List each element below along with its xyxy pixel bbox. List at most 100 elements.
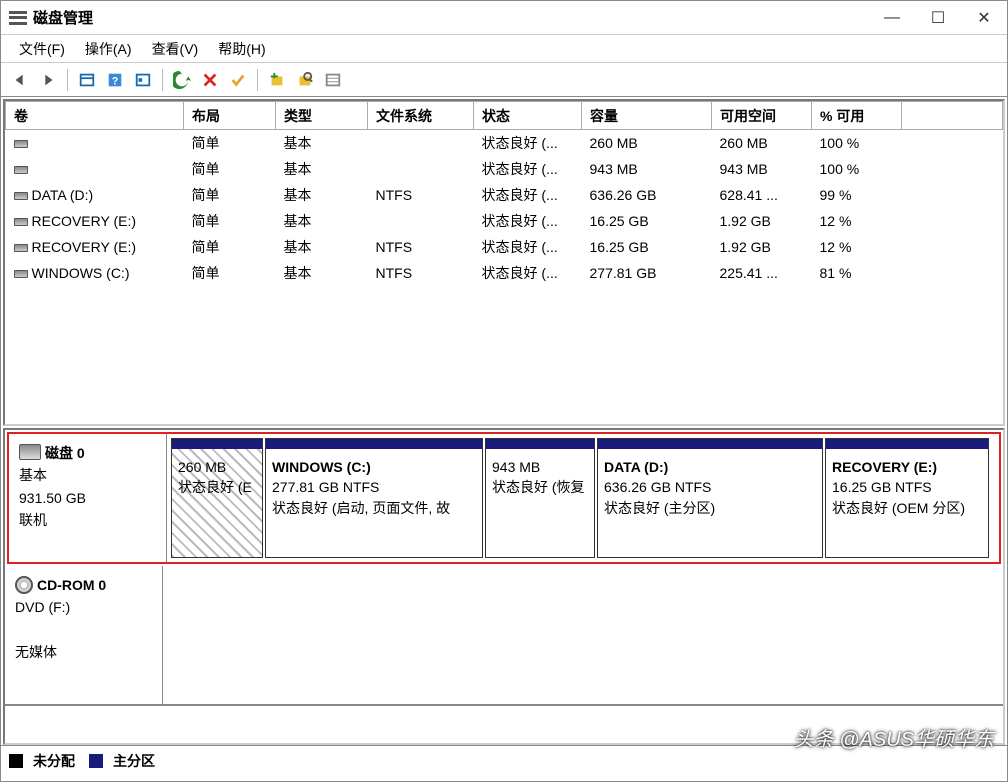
cell-pct: 12 % — [812, 234, 902, 260]
menu-bar: 文件(F) 操作(A) 查看(V) 帮助(H) — [1, 35, 1007, 63]
partition-header — [486, 439, 594, 449]
col-capacity[interactable]: 容量 — [582, 102, 712, 130]
table-row[interactable]: 简单基本状态良好 (...260 MB260 MB100 % — [6, 130, 1003, 157]
new-volume-button[interactable] — [264, 67, 290, 93]
cell-fs — [368, 208, 474, 234]
view-list-button[interactable] — [74, 67, 100, 93]
forward-button[interactable] — [35, 67, 61, 93]
partition[interactable]: RECOVERY (E:)16.25 GB NTFS状态良好 (OEM 分区) — [825, 438, 989, 558]
volume-icon — [14, 166, 28, 174]
partition-name: WINDOWS (C:) — [272, 457, 476, 477]
disk-icon — [19, 444, 41, 460]
cell-type: 基本 — [276, 130, 368, 157]
cell-status: 状态良好 (... — [474, 182, 582, 208]
cell-layout: 简单 — [184, 182, 276, 208]
cell-layout: 简单 — [184, 260, 276, 286]
legend: 未分配 主分区 — [1, 745, 1007, 775]
partition-status: 状态良好 (主分区) — [604, 498, 816, 518]
cdrom-partitions — [163, 566, 1003, 704]
cell-pct: 100 % — [812, 130, 902, 157]
partition-size: 636.26 GB NTFS — [604, 477, 816, 497]
table-row[interactable]: WINDOWS (C:)简单基本NTFS状态良好 (...277.81 GB22… — [6, 260, 1003, 286]
minimize-button[interactable]: — — [869, 1, 915, 34]
disk-0-info: 磁盘 0 基本 931.50 GB 联机 — [9, 434, 167, 562]
cell-pct: 81 % — [812, 260, 902, 286]
menu-operation[interactable]: 操作(A) — [75, 35, 142, 63]
cell-layout: 简单 — [184, 130, 276, 157]
menu-view[interactable]: 查看(V) — [142, 35, 209, 63]
partition[interactable]: 943 MB状态良好 (恢复 — [485, 438, 595, 558]
partition-status: 状态良好 (启动, 页面文件, 故 — [272, 498, 476, 518]
view-graphic-button[interactable] — [130, 67, 156, 93]
apply-button[interactable] — [225, 67, 251, 93]
cell-layout: 简单 — [184, 234, 276, 260]
cell-free: 1.92 GB — [712, 234, 812, 260]
cell-status: 状态良好 (... — [474, 208, 582, 234]
partition-size: 16.25 GB NTFS — [832, 477, 982, 497]
volume-icon — [14, 244, 28, 252]
cell-pct: 100 % — [812, 156, 902, 182]
refresh-button[interactable] — [169, 67, 195, 93]
cell-capacity: 16.25 GB — [582, 234, 712, 260]
cell-fs: NTFS — [368, 260, 474, 286]
close-button[interactable]: ✕ — [961, 1, 1007, 34]
cell-fs: NTFS — [368, 234, 474, 260]
cd-icon — [15, 576, 33, 594]
partition[interactable]: WINDOWS (C:)277.81 GB NTFS状态良好 (启动, 页面文件… — [265, 438, 483, 558]
volume-name: RECOVERY (E:) — [32, 239, 137, 255]
col-layout[interactable]: 布局 — [184, 102, 276, 130]
back-button[interactable] — [7, 67, 33, 93]
maximize-button[interactable]: ☐ — [915, 1, 961, 34]
col-volume[interactable]: 卷 — [6, 102, 184, 130]
col-status[interactable]: 状态 — [474, 102, 582, 130]
cell-free: 628.41 ... — [712, 182, 812, 208]
properties-button[interactable] — [320, 67, 346, 93]
col-fs[interactable]: 文件系统 — [368, 102, 474, 130]
disk-row-cdrom[interactable]: CD-ROM 0 DVD (F:) 无媒体 — [5, 566, 1003, 706]
cell-type: 基本 — [276, 156, 368, 182]
cell-capacity: 277.81 GB — [582, 260, 712, 286]
volume-name: RECOVERY (E:) — [32, 213, 137, 229]
col-free[interactable]: 可用空间 — [712, 102, 812, 130]
cell-type: 基本 — [276, 182, 368, 208]
table-row[interactable]: DATA (D:)简单基本NTFS状态良好 (...636.26 GB628.4… — [6, 182, 1003, 208]
volume-icon — [14, 218, 28, 226]
cell-fs — [368, 156, 474, 182]
table-row[interactable]: 简单基本状态良好 (...943 MB943 MB100 % — [6, 156, 1003, 182]
partition-name: DATA (D:) — [604, 457, 816, 477]
cell-type: 基本 — [276, 234, 368, 260]
menu-help[interactable]: 帮助(H) — [208, 35, 275, 63]
column-headers: 卷 布局 类型 文件系统 状态 容量 可用空间 % 可用 — [6, 102, 1003, 130]
cell-status: 状态良好 (... — [474, 260, 582, 286]
partition-header — [172, 439, 262, 449]
table-row[interactable]: RECOVERY (E:) 简单基本NTFS状态良好 (...16.25 GB1.… — [6, 234, 1003, 260]
partition-status: 状态良好 (恢复 — [492, 477, 588, 497]
volume-name: WINDOWS (C:) — [32, 265, 130, 281]
search-volume-button[interactable] — [292, 67, 318, 93]
menu-file[interactable]: 文件(F) — [9, 35, 75, 63]
disk-map[interactable]: 磁盘 0 基本 931.50 GB 联机 260 MB状态良好 (EWINDOW… — [3, 428, 1005, 745]
partition[interactable]: DATA (D:)636.26 GB NTFS状态良好 (主分区) — [597, 438, 823, 558]
col-type[interactable]: 类型 — [276, 102, 368, 130]
disk-row-0[interactable]: 磁盘 0 基本 931.50 GB 联机 260 MB状态良好 (EWINDOW… — [7, 432, 1001, 564]
legend-unallocated-swatch — [9, 754, 23, 768]
cell-free: 943 MB — [712, 156, 812, 182]
title-bar: 磁盘管理 — ☐ ✕ — [1, 1, 1007, 35]
help-button[interactable]: ? — [102, 67, 128, 93]
volume-list[interactable]: 卷 布局 类型 文件系统 状态 容量 可用空间 % 可用 简单基本状态良好 (.… — [3, 99, 1005, 426]
cell-status: 状态良好 (... — [474, 130, 582, 157]
cell-status: 状态良好 (... — [474, 156, 582, 182]
cell-status: 状态良好 (... — [474, 234, 582, 260]
volume-icon — [14, 140, 28, 148]
cdrom-info: CD-ROM 0 DVD (F:) 无媒体 — [5, 566, 163, 704]
window-title: 磁盘管理 — [33, 7, 869, 28]
delete-button[interactable] — [197, 67, 223, 93]
col-pct[interactable]: % 可用 — [812, 102, 902, 130]
partition-size: 277.81 GB NTFS — [272, 477, 476, 497]
partition[interactable]: 260 MB状态良好 (E — [171, 438, 263, 558]
cell-type: 基本 — [276, 208, 368, 234]
app-icon — [9, 11, 27, 25]
volume-icon — [14, 192, 28, 200]
partition-size: 260 MB — [178, 457, 256, 477]
table-row[interactable]: RECOVERY (E:)简单基本状态良好 (...16.25 GB1.92 G… — [6, 208, 1003, 234]
